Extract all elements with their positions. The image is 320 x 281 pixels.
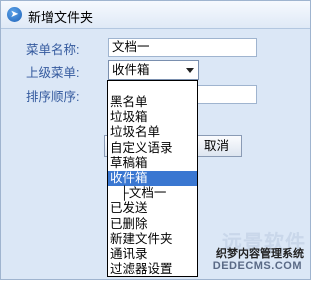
parent-menu-label: 上级菜单: [26, 66, 80, 80]
dropdown-option[interactable]: 新建文件夹 [108, 232, 197, 247]
parent-menu-selected-value: 收件箱 [112, 63, 150, 77]
menu-name-label: 菜单名称: [26, 43, 80, 57]
cancel-button[interactable]: 取消 [191, 135, 242, 157]
menu-name-input[interactable]: 文档一 [108, 38, 257, 57]
dropdown-option[interactable]: ├文档一 [108, 186, 197, 201]
dropdown-option[interactable]: 黑名单 [108, 95, 197, 110]
dropdown-option[interactable]: 已发送 [108, 201, 197, 216]
chevron-down-icon[interactable] [186, 68, 194, 73]
dialog-titlebar: ➤ 新增文件夹 [1, 1, 310, 29]
dropdown-option[interactable]: 过滤器设置 [108, 262, 197, 277]
watermark-url: DEDECMS.COM [212, 260, 302, 272]
parent-menu-select[interactable]: 收件箱 [108, 60, 199, 80]
dropdown-option[interactable]: 已删除 [108, 217, 197, 232]
dropdown-option[interactable]: 垃圾名单 [108, 125, 197, 140]
dropdown-option[interactable]: 草稿箱 [108, 156, 197, 171]
parent-menu-dropdown-list[interactable]: 黑名单 垃圾箱 垃圾名单 自定义语录 草稿箱 收件箱 ├文档一 已发送 已删除 新建文件夹 通讯录过… [107, 80, 198, 277]
dialog-title: 新增文件夹 [28, 10, 94, 25]
dropdown-option[interactable]: 通讯录 [108, 247, 197, 262]
dropdown-option[interactable]: 垃圾箱 [108, 110, 197, 125]
sort-order-label: 排序顺序: [26, 90, 80, 104]
dropdown-option[interactable]: 自定义语录 [108, 141, 197, 156]
folder-app-icon: ➤ [7, 7, 22, 22]
watermark-text: 织梦内容管理系统 [216, 248, 304, 260]
dropdown-option[interactable]: 收件箱 [108, 170, 197, 187]
